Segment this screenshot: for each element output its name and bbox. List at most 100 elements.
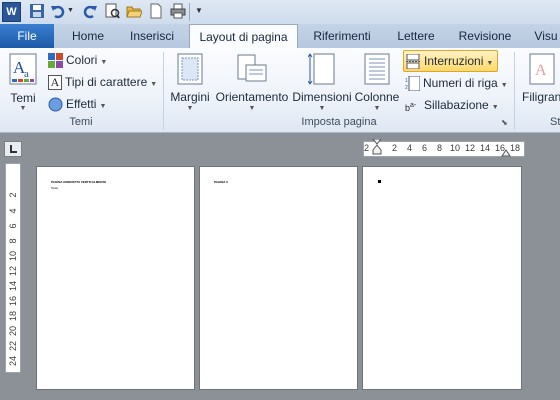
filigrana-button[interactable]: A Filigran [519,50,560,114]
undo-dropdown-icon[interactable]: ▼ [67,7,83,23]
tab-selector[interactable] [4,141,22,157]
ruler-tick: 24 [8,356,18,367]
vertical-ruler[interactable]: 2 4 6 8 10 12 14 16 18 20 22 24 [5,163,21,373]
orientamento-label: Orientamento [215,90,289,104]
filigrana-label: Filigran [522,90,560,104]
tipi-di-carattere-button[interactable]: A Tipi di carattere ▼ [48,73,157,91]
margini-label: Margini [170,90,210,104]
ruler-tick: 6 [422,143,428,153]
right-indent-marker-icon[interactable] [501,147,511,157]
interruzioni-button[interactable]: Interruzioni ▼ [403,50,499,72]
page-1-subtext: Testo [51,186,59,190]
ruler-tick: 2 [392,143,398,153]
ruler-tick: 8 [437,143,443,153]
horizontal-ruler[interactable]: 2 2 4 6 8 10 12 14 16 18 [363,139,525,159]
chevron-down-icon: ▼ [500,82,508,89]
tab-visualizza[interactable]: Visu [526,24,560,48]
ruler-tick: 18 [8,311,18,322]
chevron-down-icon: ▼ [486,60,494,67]
tab-file[interactable]: File [0,24,54,48]
tab-home[interactable]: Home [62,24,114,48]
page-1-heading: PAGINA ORIENTATA VERTICALMENTE [51,180,107,184]
dimensioni-label: Dimensioni [292,90,352,104]
tab-revisione[interactable]: Revisione [452,24,518,48]
tab-inserisci[interactable]: Inserisci [122,24,182,48]
colori-label: Colori [66,53,98,67]
temi-button[interactable]: A a Temi ▼ [3,50,43,114]
indent-marker-icon[interactable] [372,139,382,159]
ruler-tick: 14 [480,143,491,153]
document-page-2[interactable]: PAGINA 3 [199,166,358,390]
sillabazione-button[interactable]: ba- Sillabazione ▼ [405,96,499,114]
colonne-label: Colonne [354,90,400,104]
redo-icon[interactable] [82,3,98,19]
word-icon[interactable]: W [2,2,21,22]
effetti-button[interactable]: Effetti ▼ [48,95,106,113]
quick-access-toolbar: W ▼ ▼ [0,0,560,24]
ruler-tick: 16 [8,296,18,307]
group-label-temi: Temi [69,116,93,128]
ruler-tick: 18 [510,143,521,153]
ruler-tick: 14 [8,281,18,292]
colonne-button[interactable]: Colonne ▼ [354,50,400,114]
group-separator [163,52,164,130]
text-cursor [378,180,381,183]
effects-icon [48,97,63,112]
ruler-tick: 2 [8,192,18,198]
open-icon[interactable] [126,3,142,19]
page-2-heading: PAGINA 3 [214,180,228,184]
ruler-tick: 8 [8,238,18,244]
temi-label: Temi [10,91,36,105]
ruler-tick: 10 [450,143,461,153]
left-tab-icon [10,145,17,153]
dialog-launcher-icon[interactable]: ⬊ [501,118,510,127]
interruzioni-label: Interruzioni [424,54,484,68]
svg-text:A: A [535,62,547,79]
ribbon-tab-bar: File Home Inserisci Layout di pagina Rif… [0,24,560,49]
orientation-icon [237,54,267,82]
tipi-label: Tipi di carattere [65,75,148,89]
margini-button[interactable]: Margini ▼ [168,50,212,114]
print-preview-icon[interactable] [104,3,120,19]
size-icon [308,53,335,85]
ruler-tick: 22 [8,341,18,352]
document-page-3[interactable] [362,166,522,390]
quick-print-icon[interactable] [170,3,186,19]
ruler-tick: 4 [8,208,18,214]
ruler-tick: 10 [8,251,18,262]
chevron-down-icon: ▼ [186,105,194,112]
undo-icon[interactable] [50,3,66,19]
colors-icon [48,53,63,69]
tab-lettere[interactable]: Lettere [388,24,444,48]
orientamento-button[interactable]: Orientamento ▼ [214,50,290,114]
themes-icon: A a [9,53,37,85]
chevron-down-icon: ▼ [373,105,381,112]
ruler-tick: 6 [8,223,18,229]
ribbon: A a Temi ▼ Colori ▼ A Tipi di carattere ▼ E… [0,48,560,133]
fonts-icon: A [48,75,62,91]
sillabazione-label: Sillabazione [424,98,489,112]
new-icon[interactable] [148,3,164,19]
effetti-label: Effetti [66,97,97,111]
margins-icon [177,53,203,85]
svg-text:a: a [24,68,29,80]
tab-riferimenti[interactable]: Riferimenti [304,24,380,48]
numeri-di-riga-button[interactable]: 1 2 Numeri di riga ▼ [405,74,508,92]
chevron-down-icon: ▼ [318,105,326,112]
ruler-tick: 12 [8,266,18,277]
chevron-down-icon: ▼ [99,103,107,110]
dimensioni-button[interactable]: Dimensioni ▼ [292,50,352,114]
customize-icon[interactable]: ▼ [195,6,211,22]
chevron-down-icon: ▼ [491,104,499,111]
svg-text:2: 2 [405,85,408,91]
tab-layout-di-pagina[interactable]: Layout di pagina [189,24,298,49]
ruler-tick: 12 [465,143,476,153]
colori-button[interactable]: Colori ▼ [48,51,107,69]
group-separator [514,52,515,130]
group-label-imposta-pagina: Imposta pagina [301,116,377,128]
document-page-1[interactable]: PAGINA ORIENTATA VERTICALMENTE Testo [36,166,195,390]
group-label-sfondo: St [550,116,560,128]
save-icon[interactable] [29,3,45,19]
svg-text:1: 1 [405,78,408,84]
chevron-down-icon: ▼ [150,81,158,88]
